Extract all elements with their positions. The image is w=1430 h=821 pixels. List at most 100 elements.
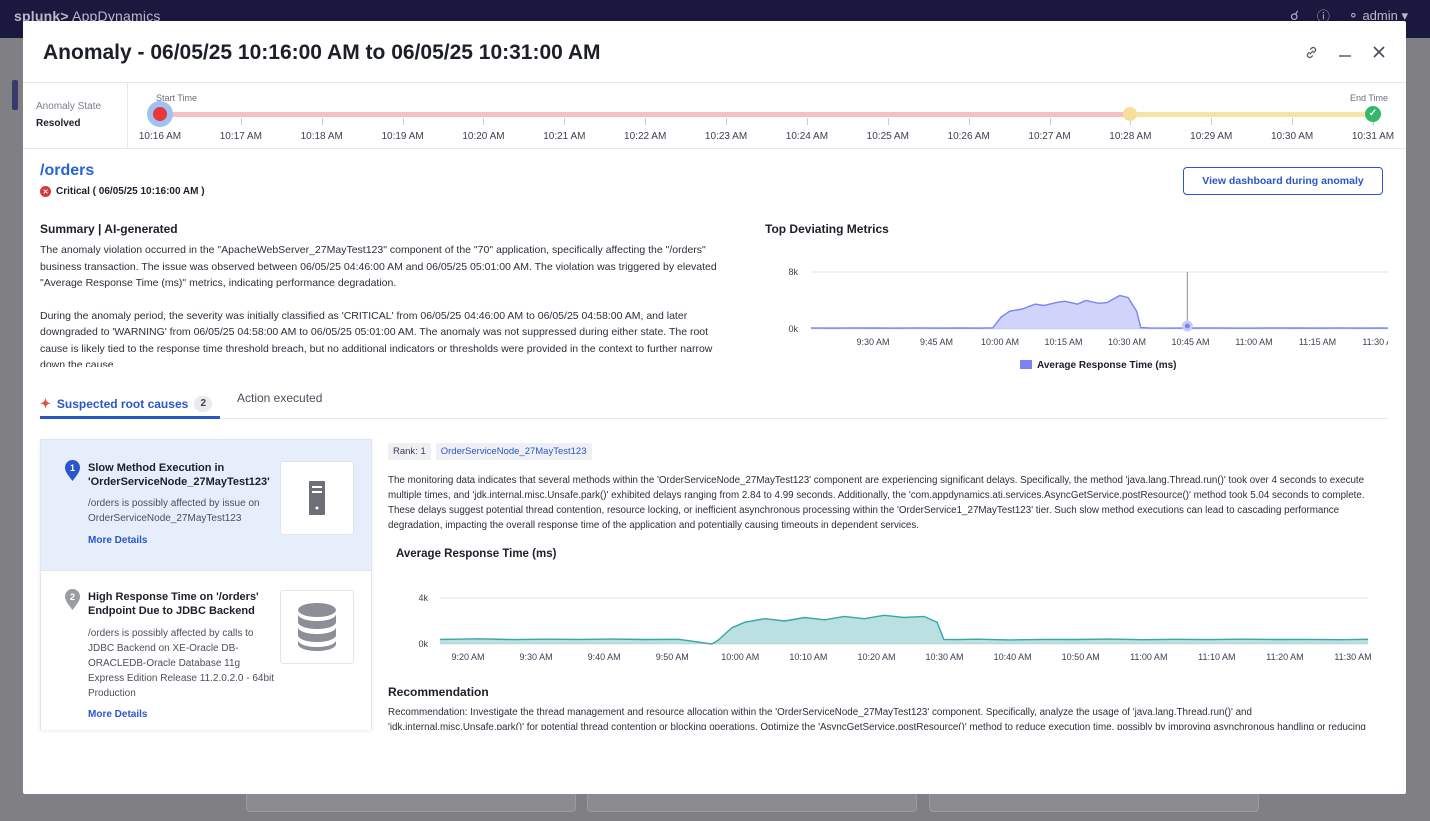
root-cause-title: High Response Time on '/orders' Endpoint… [88, 591, 259, 617]
x-tick-label: 9:30 AM [856, 337, 889, 347]
timeline-tick [726, 118, 728, 125]
summary-body: The anomaly violation occurred in the "A… [40, 242, 722, 367]
link-icon[interactable] [1302, 43, 1320, 61]
x-tick-label: 10:00 AM [981, 337, 1019, 347]
timeline-tick-label: 10:16 AM [138, 131, 182, 142]
x-tick-label: 10:15 AM [1044, 337, 1082, 347]
timeline-tick [564, 118, 566, 125]
timeline-tick-label: 10:28 AM [1109, 131, 1152, 142]
timeline-tick [1049, 118, 1051, 125]
rank-chip: Rank: 1 [388, 443, 431, 460]
timeline-tick [1292, 118, 1294, 125]
timeline-tick-label: 10:24 AM [785, 131, 829, 142]
rank-pin-icon: 1 [65, 460, 80, 481]
x-tick-label: 9:30 AM [520, 652, 553, 662]
bg-card [246, 792, 576, 812]
timeline-tick-label: 10:22 AM [624, 131, 667, 142]
modal-header: Anomaly - 06/05/25 10:16:00 AM to 06/05/… [23, 21, 1406, 83]
timeline-tick-label: 10:23 AM [704, 131, 748, 142]
rank-number: 1 [70, 463, 75, 473]
timeline-tick [887, 118, 889, 125]
timeline-tick-label: 10:19 AM [381, 131, 424, 142]
bg-sidebar-marker [12, 80, 18, 110]
tab-suspected-root-causes[interactable]: ✦ Suspected root causes 2 [40, 391, 220, 419]
more-details-link[interactable]: More Details [88, 709, 147, 720]
severity-text: Critical ( 06/05/25 10:16:00 AM ) [56, 186, 205, 197]
bg-card [587, 792, 917, 812]
modal-title: Anomaly - 06/05/25 10:16:00 AM to 06/05/… [43, 41, 601, 64]
top-deviating-metrics-chart: 8k 0k 9:30 AM 9:45 AM 10:00 AM 10:15 AM 10:30 … [788, 267, 1388, 371]
timeline-tick-label: 10:26 AM [947, 131, 990, 142]
x-tick-label: 11:00 AM [1235, 337, 1272, 347]
close-icon[interactable] [1370, 43, 1388, 61]
view-dashboard-button[interactable]: View dashboard during anomaly [1183, 167, 1383, 195]
timeline-tick [321, 118, 323, 125]
tab-bar: ✦ Suspected root causes 2 Action execute… [40, 385, 1388, 419]
tab-action-executed[interactable]: Action executed [237, 391, 322, 405]
database-icon [280, 590, 354, 664]
series-area [811, 295, 1388, 329]
timeline-tick-label: 10:27 AM [1028, 131, 1071, 142]
start-marker[interactable] [147, 101, 173, 127]
timeline-track-warning [1130, 112, 1373, 117]
sparkle-icon: ✦ [40, 395, 51, 411]
timeline-tick-label: 10:21 AM [543, 131, 586, 142]
root-cause-item[interactable]: 1 Slow Method Execution in 'OrderService… [41, 440, 371, 570]
x-tick-label: 11:00 AM [1130, 652, 1167, 662]
legend-swatch [1020, 360, 1032, 369]
anomaly-state-label: Anomaly State [36, 101, 102, 112]
minimize-icon[interactable] [1336, 43, 1354, 61]
timeline-tick [402, 118, 404, 125]
timeline-tick [240, 118, 242, 125]
severity-row: ✕ Critical ( 06/05/25 10:16:00 AM ) [40, 186, 205, 197]
x-tick-label: 10:30 AM [1108, 337, 1146, 347]
count-badge: 2 [194, 395, 213, 412]
timeline-tick-label: 10:20 AM [462, 131, 505, 142]
timeline-tick [483, 118, 485, 125]
y-tick-label: 0k [788, 324, 798, 334]
root-cause-desc: /orders is possibly affected by issue on… [88, 498, 260, 524]
y-tick-label: 8k [788, 267, 798, 277]
root-cause-item[interactable]: 2 High Response Time on '/orders' Endpoi… [41, 570, 371, 730]
server-icon [280, 461, 354, 535]
y-tick-label: 0k [418, 639, 428, 649]
rank-number: 2 [70, 592, 75, 602]
x-tick-label: 10:10 AM [789, 652, 827, 662]
summary-paragraph: The anomaly violation occurred in the "A… [40, 244, 717, 289]
x-tick-label: 10:50 AM [1062, 652, 1100, 662]
anomaly-state-value: Resolved [36, 118, 81, 129]
critical-icon: ✕ [40, 186, 51, 197]
legend-label: Average Response Time (ms) [1037, 360, 1177, 371]
end-check-icon[interactable]: ✓ [1365, 106, 1381, 122]
timeline-tick [806, 118, 808, 125]
art-chart-title: Average Response Time (ms) [396, 548, 557, 560]
timeline-tick-label: 10:17 AM [219, 131, 262, 142]
top-metrics-title: Top Deviating Metrics [765, 222, 889, 236]
y-tick-label: 4k [418, 593, 428, 603]
warning-marker[interactable] [1123, 107, 1137, 121]
x-tick-label: 10:45 AM [1171, 337, 1209, 347]
root-cause-detail: Rank: 1 OrderServiceNode_27MayTest123 Th… [388, 439, 1388, 730]
rank-pin-icon: 2 [65, 589, 80, 610]
recommendation-text: Recommendation: Investigate the thread m… [388, 707, 1366, 730]
x-tick-label: 9:20 AM [451, 652, 484, 662]
timeline-tick-label: 10:18 AM [300, 131, 343, 142]
end-time-label: End Time [1349, 93, 1388, 103]
more-details-link[interactable]: More Details [88, 535, 147, 546]
x-tick-label: 11:20 AM [1266, 652, 1303, 662]
x-tick-label: 11:30 AM [1334, 652, 1371, 662]
root-cause-desc: /orders is possibly affected by calls to… [88, 628, 275, 699]
bg-card [929, 792, 1259, 812]
anomaly-timeline: Anomaly State Resolved Start Time End Ti… [23, 83, 1406, 149]
summary-title: Summary | AI-generated [40, 222, 178, 236]
timeline-tick [1211, 118, 1213, 125]
node-link[interactable]: OrderServiceNode_27MayTest123 [435, 443, 592, 460]
x-tick-label: 11:15 AM [1299, 337, 1336, 347]
root-cause-list: 1 Slow Method Execution in 'OrderService… [40, 439, 372, 730]
business-transaction-link[interactable]: /orders [40, 162, 94, 180]
x-tick-label: 11:10 AM [1198, 652, 1235, 662]
root-cause-title: Slow Method Execution in 'OrderServiceNo… [88, 462, 270, 488]
summary-paragraph: During the anomaly period, the severity … [40, 309, 713, 368]
x-tick-label: 10:20 AM [857, 652, 895, 662]
hover-marker-dot [1181, 320, 1193, 332]
